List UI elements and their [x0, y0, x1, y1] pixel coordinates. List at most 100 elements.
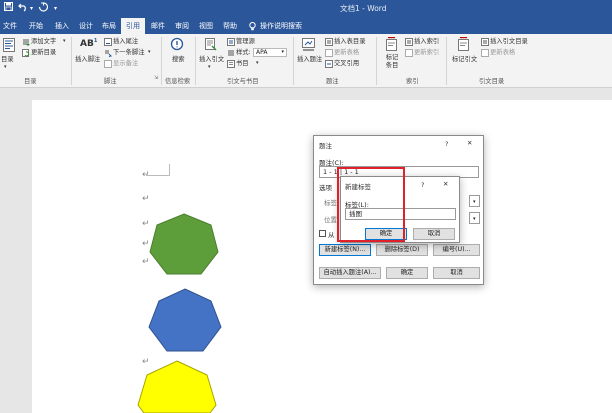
blue-heptagon-shape[interactable]	[147, 287, 223, 353]
group-separator	[293, 37, 294, 85]
toc-button[interactable]: 目录	[1, 55, 14, 64]
cancel-button[interactable]: 取消	[413, 228, 455, 240]
add-text-dropdown-icon[interactable]: ▾	[63, 37, 66, 46]
cross-reference-icon	[325, 60, 333, 70]
cross-reference-button[interactable]: 交叉引用	[334, 59, 359, 68]
cancel-button[interactable]: 取消	[433, 267, 480, 279]
insert-toa-button[interactable]: 插入引文目录	[490, 37, 528, 46]
update-toc-icon	[22, 49, 30, 59]
label-select-chevron[interactable]: ▾	[469, 195, 480, 207]
insert-table-of-figures-button[interactable]: 插入表目录	[334, 37, 365, 46]
insert-caption-icon	[302, 38, 315, 53]
insert-table-of-figures-icon	[325, 38, 333, 48]
group-label-footnotes: 脚注	[104, 78, 117, 85]
citation-style-select[interactable]: APA ▾	[253, 48, 287, 57]
mark-citation-button[interactable]: 标记引文	[452, 55, 477, 64]
show-notes-button[interactable]: 显示备注	[113, 59, 138, 68]
group-label-toc: 目录	[24, 78, 37, 85]
next-footnote-dropdown-icon[interactable]: ▾	[148, 48, 151, 57]
caption-dialog-title: 题注	[319, 142, 332, 150]
tab-home[interactable]: 开始	[26, 18, 46, 34]
mark-citation-icon	[458, 36, 470, 53]
next-footnote-button[interactable]: 下一条脚注	[113, 48, 144, 57]
insert-index-button[interactable]: 插入索引	[414, 37, 439, 46]
tab-design[interactable]: 设计	[76, 18, 96, 34]
title-bar: ▾ ▾ 文档1 - Word	[0, 0, 612, 18]
help-icon[interactable]: ?	[445, 140, 448, 148]
tab-layout[interactable]: 布局	[99, 18, 119, 34]
update-index-button[interactable]: 更新索引	[414, 48, 439, 57]
save-icon[interactable]	[4, 2, 13, 16]
citation-style-value: APA	[256, 49, 268, 56]
group-separator	[446, 37, 447, 85]
yellow-heptagon-shape[interactable]	[136, 360, 218, 413]
manage-sources-button[interactable]: 管理源	[236, 37, 255, 46]
close-icon[interactable]: ✕	[467, 139, 472, 147]
insert-citation-dropdown-icon[interactable]: ▾	[208, 63, 211, 72]
update-toa-button[interactable]: 更新表格	[490, 48, 515, 57]
tab-file[interactable]: 文件	[0, 18, 20, 34]
update-index-icon	[405, 49, 413, 59]
group-label-index: 索引	[406, 78, 419, 85]
bibliography-button[interactable]: 书目	[236, 59, 249, 68]
add-text-button[interactable]: 添加文字	[31, 37, 56, 46]
delete-label-button[interactable]: 删除标签(D)	[376, 244, 428, 256]
tab-view[interactable]: 视图	[196, 18, 216, 34]
bibliography-dropdown-icon[interactable]: ▾	[256, 59, 259, 68]
show-notes-icon	[104, 60, 112, 70]
footnotes-launcher-icon[interactable]: ⇲	[154, 74, 158, 83]
group-label-captions: 题注	[326, 78, 339, 85]
search-button[interactable]: 搜索	[172, 55, 185, 64]
insert-index-icon	[405, 38, 413, 48]
insert-citation-button[interactable]: 插入引文	[199, 55, 224, 64]
lightbulb-icon	[247, 18, 257, 34]
exclude-label-checkbox[interactable]	[319, 230, 326, 237]
tab-mailings[interactable]: 邮件	[149, 18, 167, 34]
position-select-chevron[interactable]: ▾	[469, 212, 480, 224]
tab-references[interactable]: 引用	[121, 18, 145, 34]
add-text-icon	[22, 38, 30, 48]
insert-caption-button[interactable]: 插入题注	[297, 55, 322, 64]
ribbon-tab-bar: 文件 开始 插入 设计 布局 引用 邮件 审阅 视图 帮助 操作说明搜索	[0, 18, 612, 34]
mark-entry-button[interactable]: 标记条目	[384, 54, 400, 70]
group-label-citations: 引文与书目	[227, 78, 259, 85]
ok-button[interactable]: 确定	[386, 267, 428, 279]
toc-dropdown-icon[interactable]: ▾	[4, 63, 7, 72]
undo-icon[interactable]	[18, 2, 28, 17]
chevron-down-icon: ▾	[473, 199, 476, 205]
bibliography-icon	[227, 60, 235, 70]
chevron-down-icon: ▾	[473, 216, 476, 222]
redo-icon[interactable]	[38, 2, 49, 17]
customize-qat-icon[interactable]: ▾	[54, 2, 57, 16]
new-label-button[interactable]: 新建标签(N)...	[319, 244, 371, 256]
highlight-box	[337, 167, 405, 242]
group-separator	[195, 37, 196, 85]
tab-insert[interactable]: 插入	[52, 18, 72, 34]
autocaption-button[interactable]: 自动插入题注(A)...	[319, 267, 381, 279]
insert-endnote-button[interactable]: 插入尾注	[113, 37, 138, 46]
insert-citation-icon	[205, 38, 217, 53]
options-section-label: 选项	[319, 184, 332, 192]
group-label-toa: 引文目录	[479, 78, 505, 85]
update-table-button[interactable]: 更新表格	[334, 48, 359, 57]
undo-dropdown-icon[interactable]: ▾	[30, 2, 33, 16]
group-separator	[71, 37, 72, 85]
paragraph-mark: ↵	[142, 170, 150, 180]
update-toa-icon	[481, 49, 489, 59]
help-icon[interactable]: ?	[421, 181, 424, 189]
manage-sources-icon	[227, 38, 235, 48]
insert-footnote-icon: AB1	[80, 38, 98, 49]
table-of-contents-icon	[3, 38, 15, 54]
insert-footnote-button[interactable]: 插入脚注	[75, 55, 100, 64]
tab-help[interactable]: 帮助	[220, 18, 240, 34]
close-icon[interactable]: ✕	[443, 180, 448, 188]
next-footnote-icon	[104, 49, 112, 59]
update-toc-button[interactable]: 更新目录	[31, 48, 56, 57]
green-heptagon-shape[interactable]	[144, 212, 224, 276]
tell-me-search[interactable]: 操作说明搜索	[260, 18, 316, 34]
numbering-button[interactable]: 编号(U)...	[433, 244, 480, 256]
ribbon-references: 目录 ▾ 添加文字 ▾ 更新目录 目录 AB1 插入脚注 插入尾注 下一条脚注 …	[0, 34, 612, 88]
insert-endnote-icon	[104, 38, 112, 48]
tab-review[interactable]: 审阅	[172, 18, 192, 34]
group-separator	[376, 37, 377, 85]
